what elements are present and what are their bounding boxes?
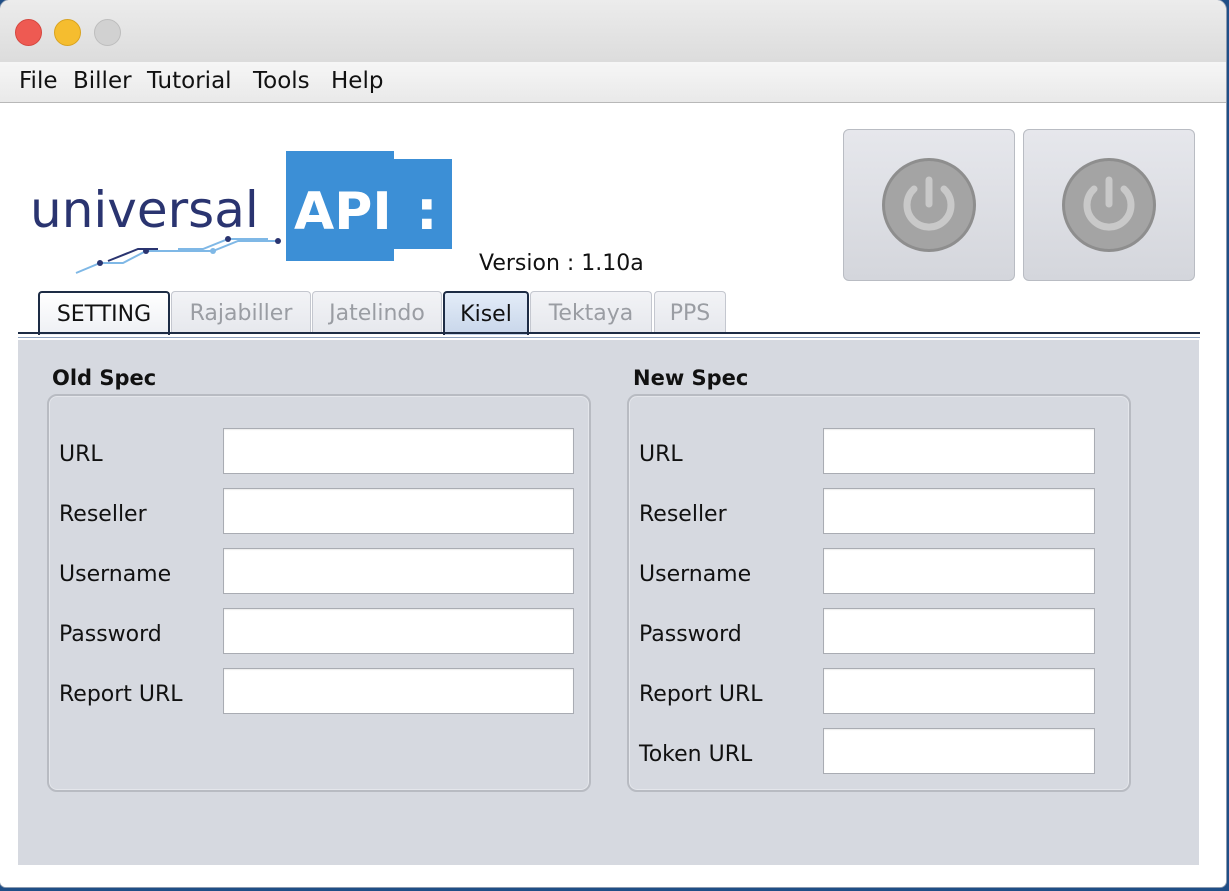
menu-help[interactable]: Help <box>331 68 383 94</box>
tab-jatelindo[interactable]: Jatelindo <box>312 291 442 334</box>
old-url-label: URL <box>59 442 103 467</box>
power-icon <box>1062 158 1156 252</box>
tab-divider <box>18 332 1200 334</box>
minimize-window-button[interactable] <box>54 19 81 46</box>
new-token-url-label: Token URL <box>639 742 753 767</box>
new-reseller-input[interactable] <box>823 488 1095 534</box>
old-username-label: Username <box>59 562 172 587</box>
new-spec-title: New Spec <box>633 366 749 390</box>
old-password-input[interactable] <box>223 608 574 654</box>
old-url-input[interactable] <box>223 428 574 474</box>
power-button-2[interactable] <box>1023 129 1195 281</box>
new-url-label: URL <box>639 442 683 467</box>
tab-divider-light <box>18 337 1200 338</box>
new-password-label: Password <box>639 622 742 647</box>
tab-rajabiller[interactable]: Rajabiller <box>171 291 311 334</box>
svg-text:universal: universal <box>30 181 259 239</box>
power-button-1[interactable] <box>843 129 1015 281</box>
old-report-url-label: Report URL <box>59 682 183 707</box>
version-label: Version : 1.10a <box>479 251 644 276</box>
svg-text::: : <box>416 179 438 242</box>
old-reseller-input[interactable] <box>223 488 574 534</box>
kisel-panel: Old Spec URL Reseller Username Password … <box>18 340 1199 865</box>
new-reseller-label: Reseller <box>639 502 727 527</box>
old-password-label: Password <box>59 622 162 647</box>
menu-bar: File Biller Tutorial Tools Help <box>0 62 1226 103</box>
new-username-label: Username <box>639 562 752 587</box>
tab-kisel[interactable]: Kisel <box>443 291 529 335</box>
title-bar <box>0 0 1226 63</box>
tab-pps[interactable]: PPS <box>654 291 726 334</box>
menu-file[interactable]: File <box>19 68 58 94</box>
new-report-url-input[interactable] <box>823 668 1095 714</box>
old-spec-title: Old Spec <box>52 366 157 390</box>
new-url-input[interactable] <box>823 428 1095 474</box>
power-icon <box>882 158 976 252</box>
new-token-url-input[interactable] <box>823 728 1095 774</box>
app-window: File Biller Tutorial Tools Help universa… <box>0 0 1226 887</box>
universal-api-logo: universal API : <box>30 151 452 274</box>
main-content: universal API : Version : 1.10a SETTING … <box>0 103 1226 887</box>
menu-biller[interactable]: Biller <box>73 68 132 94</box>
close-window-button[interactable] <box>15 19 42 46</box>
old-report-url-input[interactable] <box>223 668 574 714</box>
tab-tektaya[interactable]: Tektaya <box>530 291 652 334</box>
new-password-input[interactable] <box>823 608 1095 654</box>
new-username-input[interactable] <box>823 548 1095 594</box>
old-reseller-label: Reseller <box>59 502 147 527</box>
tab-setting[interactable]: SETTING <box>38 291 170 335</box>
menu-tutorial[interactable]: Tutorial <box>147 68 232 94</box>
menu-tools[interactable]: Tools <box>253 68 310 94</box>
old-username-input[interactable] <box>223 548 574 594</box>
maximize-window-button[interactable] <box>94 19 121 46</box>
new-report-url-label: Report URL <box>639 682 763 707</box>
svg-text:API: API <box>294 182 392 242</box>
